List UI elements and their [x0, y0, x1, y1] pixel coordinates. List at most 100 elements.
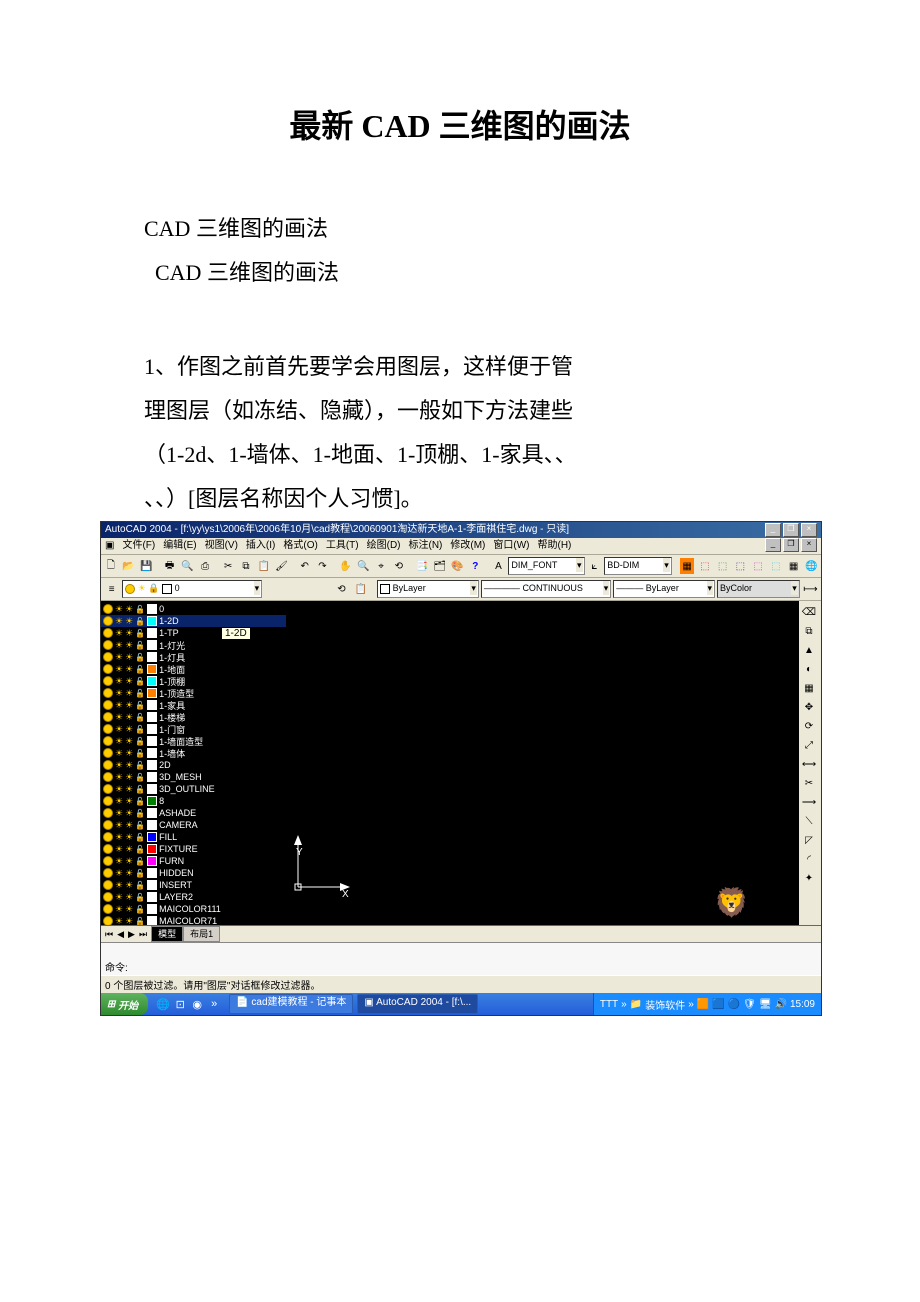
- linetype-combo[interactable]: ———— CONTINUOUS: [481, 580, 611, 598]
- preview-icon[interactable]: 🔍: [179, 557, 195, 575]
- layer-row[interactable]: ☀☀🔓1-墙面造型: [101, 735, 286, 747]
- tray-icon-2[interactable]: 🟦: [712, 999, 724, 1010]
- open-icon[interactable]: 📂: [121, 557, 137, 575]
- ime-indicator[interactable]: TTT: [600, 999, 618, 1010]
- layer-row[interactable]: ☀☀🔓1-楼梯: [101, 711, 286, 723]
- menu-dimension[interactable]: 标注(N): [409, 538, 443, 554]
- tray-more-icon[interactable]: »: [621, 999, 627, 1010]
- textstyle-combo[interactable]: DIM_FONT: [508, 557, 584, 575]
- layer-row[interactable]: ☀☀🔓FURN: [101, 855, 286, 867]
- layer-row[interactable]: ☀☀🔓1-地面: [101, 663, 286, 675]
- maximize-button[interactable]: ❐: [783, 523, 799, 537]
- layer-row[interactable]: ☀☀🔓1-墙体: [101, 747, 286, 759]
- mdi-minimize-button[interactable]: _: [765, 538, 781, 552]
- viewport5-icon[interactable]: ⬚: [750, 557, 766, 575]
- taskbar-autocad[interactable]: ▣ AutoCAD 2004 - [f:\...: [357, 994, 478, 1014]
- erase-icon[interactable]: ⌫: [800, 603, 818, 621]
- new-icon[interactable]: 🗋: [103, 557, 119, 575]
- zoom-rt-icon[interactable]: 🔍: [356, 557, 372, 575]
- mdi-maximize-button[interactable]: ❐: [783, 538, 799, 552]
- tray-icon-4[interactable]: 🛡: [743, 999, 756, 1010]
- layer-row[interactable]: ☀☀🔓2D: [101, 759, 286, 771]
- tab-prev-icon[interactable]: ◀: [115, 929, 126, 940]
- layer-row[interactable]: ☀☀🔓1-2D: [101, 615, 286, 627]
- tab-next-icon[interactable]: ▶: [126, 929, 137, 940]
- tab-layout1[interactable]: 布局1: [183, 926, 220, 942]
- redo-icon[interactable]: ↷: [315, 557, 331, 575]
- layer-prev-icon[interactable]: ⟲: [333, 580, 350, 598]
- properties-icon[interactable]: 📑: [414, 557, 430, 575]
- minimize-button[interactable]: _: [765, 523, 781, 537]
- array-icon[interactable]: ▦: [800, 679, 818, 697]
- menu-tools[interactable]: 工具(T): [326, 538, 359, 554]
- zoom-prev-icon[interactable]: ⟲: [391, 557, 407, 575]
- menu-draw[interactable]: 绘图(D): [367, 538, 401, 554]
- toolpalette-icon[interactable]: 🎨: [450, 557, 466, 575]
- start-button[interactable]: ⊞ 开始: [101, 993, 148, 1015]
- zoom-win-icon[interactable]: ⌖: [373, 557, 389, 575]
- menu-view[interactable]: 视图(V): [205, 538, 238, 554]
- menu-edit[interactable]: 编辑(E): [163, 538, 196, 554]
- clock[interactable]: 15:09: [790, 999, 815, 1010]
- tab-model[interactable]: 模型: [151, 926, 183, 942]
- stretch-icon[interactable]: ⟷: [800, 755, 818, 773]
- tray-icon-3[interactable]: 🔵: [728, 999, 740, 1010]
- tray-icon-5[interactable]: 🖥: [759, 999, 772, 1010]
- quicklaunch-desktop-icon[interactable]: ⊡: [173, 997, 187, 1011]
- undo-icon[interactable]: ↶: [297, 557, 313, 575]
- break-icon[interactable]: ⟍: [800, 812, 818, 830]
- layer-row[interactable]: ☀☀🔓MAICOLOR71: [101, 915, 286, 925]
- dimstyle-icon[interactable]: ⟀: [587, 557, 603, 575]
- match-icon[interactable]: 🖌: [274, 557, 290, 575]
- layer-row[interactable]: ☀☀🔓1-灯光: [101, 639, 286, 651]
- layer-combo[interactable]: ☀ 🔒 0: [122, 580, 262, 598]
- layers-manager-icon[interactable]: ≡: [103, 580, 120, 598]
- save-icon[interactable]: 💾: [139, 557, 155, 575]
- paste-icon[interactable]: 📋: [256, 557, 272, 575]
- tray-group-label[interactable]: 装饰软件: [645, 997, 685, 1012]
- lineweight-combo[interactable]: ——— ByLayer: [613, 580, 715, 598]
- model-space[interactable]: Y X 🦁: [286, 601, 799, 925]
- layer-row[interactable]: ☀☀🔓1-家具: [101, 699, 286, 711]
- menu-window[interactable]: 窗口(W): [493, 538, 529, 554]
- layer-row[interactable]: ☀☀🔓1-顶棚: [101, 675, 286, 687]
- layer-row[interactable]: ☀☀🔓3D_MESH: [101, 771, 286, 783]
- tray-more2-icon[interactable]: »: [688, 999, 694, 1010]
- publish-icon[interactable]: ⎙: [197, 557, 213, 575]
- scale-icon[interactable]: ⤢: [800, 736, 818, 754]
- layer-row[interactable]: ☀☀🔓1-TP: [101, 627, 286, 639]
- quicklaunch-media-icon[interactable]: ◉: [190, 997, 204, 1011]
- layer-row[interactable]: ☀☀🔓LAYER2: [101, 891, 286, 903]
- command-area[interactable]: 命令:: [101, 942, 821, 975]
- layer-row[interactable]: ☀☀🔓FILL: [101, 831, 286, 843]
- print-icon[interactable]: 🖶: [162, 557, 178, 575]
- offset-icon[interactable]: ◐: [800, 660, 818, 678]
- designcenter-icon[interactable]: 🗂: [432, 557, 448, 575]
- mirror-icon[interactable]: ▲: [800, 641, 818, 659]
- chamfer-icon[interactable]: ◸: [800, 831, 818, 849]
- layer-row[interactable]: ☀☀🔓HIDDEN: [101, 867, 286, 879]
- menu-format[interactable]: 格式(O): [283, 538, 317, 554]
- dimstyle-combo[interactable]: BD-DIM: [604, 557, 672, 575]
- textstyle-icon[interactable]: A: [491, 557, 507, 575]
- layer-state-icon[interactable]: 📋: [352, 580, 369, 598]
- menu-insert[interactable]: 插入(I): [246, 538, 275, 554]
- viewport-icon[interactable]: ▦: [679, 557, 695, 575]
- layer-row[interactable]: ☀☀🔓FIXTURE: [101, 843, 286, 855]
- menu-modify[interactable]: 修改(M): [450, 538, 485, 554]
- quicklaunch-more-icon[interactable]: »: [207, 997, 221, 1011]
- tray-icon-6[interactable]: 🔊: [775, 999, 787, 1010]
- viewport6-icon[interactable]: ⬚: [768, 557, 784, 575]
- close-button[interactable]: ×: [801, 523, 817, 537]
- explode-icon[interactable]: ✦: [800, 869, 818, 887]
- tray-folder-icon[interactable]: 📁: [630, 999, 642, 1010]
- trim-icon[interactable]: ✂: [800, 774, 818, 792]
- layer-row[interactable]: ☀☀🔓1-顶造型: [101, 687, 286, 699]
- menu-help[interactable]: 帮助(H): [538, 538, 572, 554]
- help-icon[interactable]: ?: [467, 557, 483, 575]
- mdi-close-button[interactable]: ×: [801, 538, 817, 552]
- layer-row[interactable]: ☀☀🔓8: [101, 795, 286, 807]
- layer-dropdown-panel[interactable]: 1-2D ☀☀🔓0☀☀🔓1-2D☀☀🔓1-TP☀☀🔓1-灯光☀☀🔓1-灯具☀☀🔓…: [101, 601, 286, 925]
- layer-row[interactable]: ☀☀🔓1-门窗: [101, 723, 286, 735]
- copy2-icon[interactable]: ⧉: [800, 622, 818, 640]
